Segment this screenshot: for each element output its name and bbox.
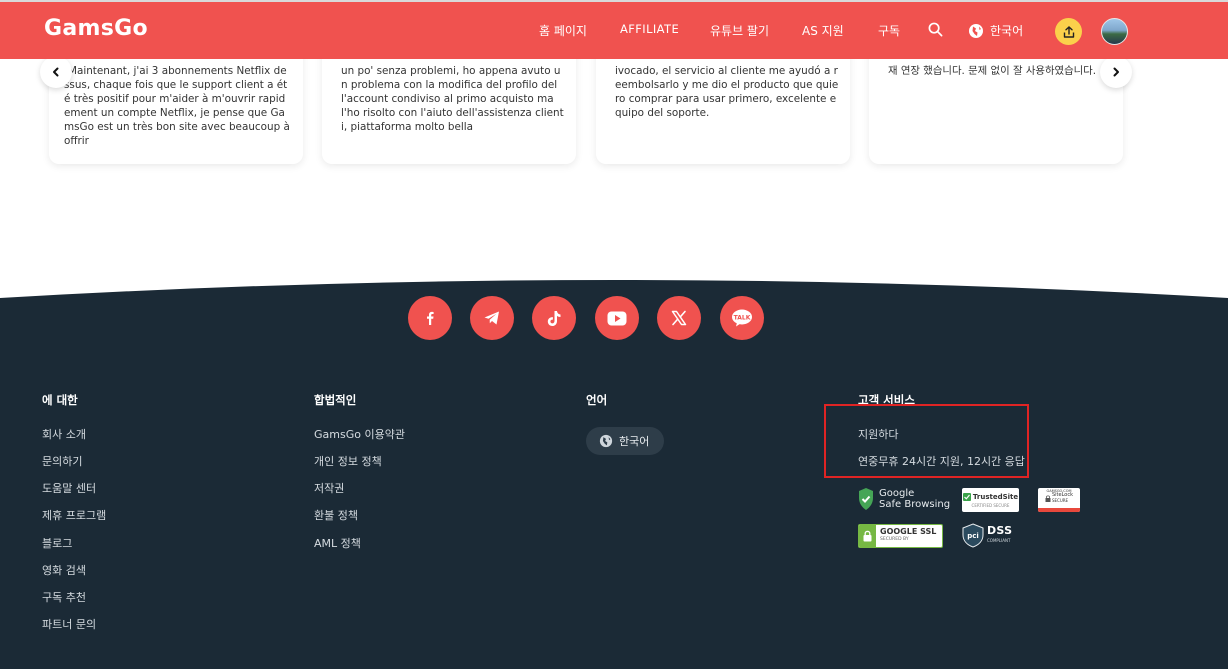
ssl-badge-sub: SECURED BY: [880, 537, 909, 542]
youtube-button[interactable]: [595, 296, 639, 340]
carousel-next-button[interactable]: [1100, 56, 1132, 88]
facebook-icon: [427, 311, 434, 325]
footer-link-subscription-recommend[interactable]: 구독 추천: [42, 589, 86, 605]
top-navigation-bar: GamsGo 홈 페이지 AFFILIATE 유튜브 팔기 AS 지원 구독 한…: [0, 0, 1228, 59]
tiktok-icon: [547, 310, 561, 326]
globe-icon[interactable]: [968, 23, 984, 43]
chevron-left-icon: [53, 67, 59, 77]
youtube-icon: [607, 311, 627, 325]
footer-link-copyright[interactable]: 저작권: [314, 480, 344, 496]
review-text: 재 연장 했습니다. 문제 없이 잘 사용하였습니다.: [888, 65, 1097, 77]
google-ssl-badge[interactable]: GOOGLE SSL SECURED BY: [858, 524, 943, 548]
google-badge-line1: Google: [879, 488, 915, 499]
x-twitter-button[interactable]: [657, 296, 701, 340]
pci-badge-label: DSS: [987, 523, 1013, 537]
nav-youtube[interactable]: 유튜브 팔기: [710, 22, 769, 39]
kakaotalk-button[interactable]: TALK: [720, 296, 764, 340]
review-text: Maintenant, j'ai 3 abonnements Netflix d…: [64, 65, 290, 148]
chevron-right-icon: [1113, 67, 1119, 77]
review-text: un po' senza problemi, ho appena avuto u…: [341, 65, 564, 134]
kakaotalk-label: TALK: [734, 314, 751, 321]
google-safe-browsing-badge[interactable]: Google Safe Browsing: [858, 487, 950, 511]
trusted-badge-sub: CERTIFIED SECURE: [971, 502, 1010, 508]
footer-link-terms[interactable]: GamsGo 이용약관: [314, 426, 405, 442]
footer-about-title: 에 대한: [42, 393, 78, 407]
shield-check-icon: [859, 488, 873, 510]
nav-support[interactable]: AS 지원: [802, 22, 844, 39]
footer-link-company[interactable]: 회사 소개: [42, 426, 86, 442]
kakaotalk-icon: TALK: [732, 309, 752, 327]
highlight-box: [824, 404, 1029, 478]
facebook-button[interactable]: [408, 296, 452, 340]
trusted-badge-label: TrustedSite: [972, 492, 1019, 501]
pci-prefix: pci: [967, 532, 979, 540]
footer-link-movie-search[interactable]: 영화 검색: [42, 562, 86, 578]
google-badge-line2: Safe Browsing: [879, 499, 951, 510]
pci-badge-sub: COMPLIANT: [987, 537, 1011, 543]
footer-link-blog[interactable]: 블로그: [42, 535, 72, 551]
checkbox-icon: [962, 492, 971, 501]
footer-language-selector[interactable]: 한국어: [586, 427, 664, 455]
language-selector[interactable]: 한국어: [990, 22, 1023, 39]
pci-shield-icon: pci: [962, 523, 984, 548]
carousel-prev-button[interactable]: [40, 56, 72, 88]
footer-link-contact[interactable]: 문의하기: [42, 453, 82, 469]
upload-icon: [1063, 25, 1074, 38]
nav-home[interactable]: 홈 페이지: [539, 22, 587, 39]
footer-language-label: 한국어: [619, 435, 650, 448]
sitelock-badge-sub: SECURE: [1051, 498, 1069, 503]
share-upload-button[interactable]: [1055, 18, 1082, 45]
telegram-icon: [484, 311, 499, 325]
globe-icon: [599, 434, 613, 448]
gamsgo-logo[interactable]: GamsGo: [44, 16, 148, 41]
footer-link-privacy[interactable]: 개인 정보 정책: [314, 453, 382, 469]
user-avatar[interactable]: [1101, 18, 1128, 45]
search-icon[interactable]: [928, 22, 943, 41]
telegram-button[interactable]: [470, 296, 514, 340]
review-text: ivocado, el servicio al cliente me ayudó…: [615, 65, 839, 120]
lock-icon: [1045, 494, 1051, 502]
ssl-badge-label: GOOGLE SSL: [880, 527, 937, 536]
sitelock-badge[interactable]: GAMSGO.COM SiteLock SECURE: [1038, 488, 1080, 512]
trustedsite-badge[interactable]: TrustedSite CERTIFIED SECURE: [962, 488, 1019, 512]
footer-link-affiliate[interactable]: 제휴 프로그램: [42, 507, 106, 523]
footer-language-title: 언어: [586, 393, 608, 407]
footer-legal-title: 합법적인: [314, 393, 357, 407]
pci-dss-badge[interactable]: pci DSS COMPLIANT: [962, 523, 1012, 548]
nav-subscribe[interactable]: 구독: [878, 22, 900, 39]
footer-link-aml[interactable]: AML 정책: [314, 535, 361, 551]
footer-link-refund[interactable]: 환불 정책: [314, 507, 358, 523]
tiktok-button[interactable]: [532, 296, 576, 340]
sitelock-badge-bar: [1038, 508, 1080, 512]
footer-link-help-center[interactable]: 도움말 센터: [42, 480, 96, 496]
x-icon: [671, 310, 687, 326]
footer-link-partner[interactable]: 파트너 문의: [42, 616, 96, 632]
nav-affiliate[interactable]: AFFILIATE: [620, 22, 679, 36]
padlock-icon: [863, 530, 872, 542]
